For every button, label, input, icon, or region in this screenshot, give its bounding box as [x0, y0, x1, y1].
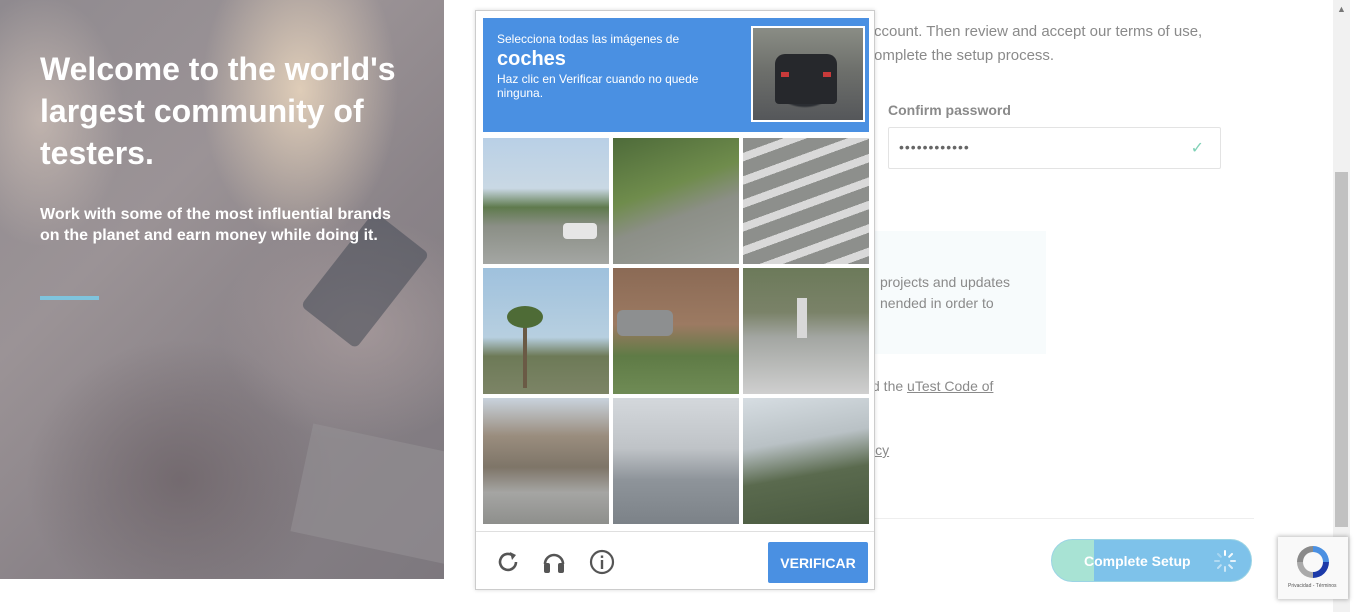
tile-pedestrian-crosswalk[interactable]: [743, 268, 869, 394]
info-icon[interactable]: [588, 548, 616, 576]
confirm-password-label: Confirm password: [888, 102, 1011, 118]
audio-challenge-icon[interactable]: [540, 548, 568, 576]
check-icon: ✓: [1190, 140, 1204, 157]
captcha-instruction-line1: Selecciona todas las imágenes de: [497, 32, 680, 46]
hero-panel: Welcome to the world's largest community…: [0, 0, 444, 579]
captcha-footer: VERIFICAR: [476, 531, 874, 590]
verify-button[interactable]: VERIFICAR: [768, 542, 868, 583]
info-text: projects and updates nended in order to: [880, 274, 1010, 311]
captcha-sample-image: [751, 26, 865, 122]
recaptcha-badge[interactable]: Privacidad - Términos: [1278, 537, 1348, 599]
form-intro-text: ccount. Then review and accept our terms…: [874, 23, 1203, 64]
tile-crosswalk[interactable]: [743, 138, 869, 264]
tile-rooftops[interactable]: [613, 398, 739, 524]
tile-car-shape: [563, 223, 597, 239]
hero-accent-bar: [40, 296, 99, 300]
captcha-instruction-line2: Haz clic en Verificar cuando no quede ni…: [497, 72, 699, 100]
complete-setup-label: Complete Setup: [1084, 553, 1191, 569]
agree-text: d the uTest Code of: [872, 378, 993, 394]
recaptcha-badge-text[interactable]: Privacidad - Términos: [1288, 583, 1337, 589]
scroll-up-arrow-icon[interactable]: ▲: [1337, 4, 1346, 14]
code-of-conduct-link[interactable]: uTest Code of: [907, 378, 993, 394]
recaptcha-logo-icon: [1297, 546, 1329, 578]
tile-parked-car-house[interactable]: [613, 268, 739, 394]
tile-palm-trunk: [523, 318, 527, 388]
complete-setup-button[interactable]: Complete Setup: [1051, 539, 1252, 582]
tile-road-buildings[interactable]: [483, 398, 609, 524]
scrollbar-thumb[interactable]: [1335, 172, 1348, 527]
hero-photo-book: [290, 423, 444, 567]
tile-pedestrian: [797, 298, 807, 338]
car-taillight-right: [823, 72, 831, 77]
tile-palm-trees-sky[interactable]: [483, 268, 609, 394]
tile-car-shape: [617, 310, 673, 336]
agree-prefix: d the: [872, 378, 908, 394]
car-taillight-left: [781, 72, 789, 77]
tile-palm-crown: [507, 306, 543, 328]
sample-car: [775, 54, 837, 104]
captcha-challenge: Selecciona todas las imágenes de coches …: [475, 10, 875, 590]
captcha-tile-grid: [483, 138, 869, 524]
hero-subtitle: Work with some of the most influential b…: [40, 206, 391, 244]
tile-grass-road[interactable]: [613, 138, 739, 264]
captcha-target-word: coches: [497, 48, 566, 70]
confirm-password-field[interactable]: •••••••••••• ✓: [888, 127, 1221, 169]
page-scrollbar[interactable]: ▲: [1333, 0, 1350, 612]
confirm-password-value: ••••••••••••: [899, 139, 970, 155]
tile-street-intersection[interactable]: [483, 138, 609, 264]
captcha-header: Selecciona todas las imágenes de coches …: [483, 18, 869, 132]
hero-title: Welcome to the world's largest community…: [40, 51, 396, 171]
form-divider: [874, 518, 1254, 519]
tile-palm-fronds[interactable]: [743, 398, 869, 524]
reload-icon[interactable]: [494, 548, 522, 576]
info-box: projects and updates nended in order to: [868, 231, 1046, 354]
loading-spinner-icon: [1214, 550, 1236, 572]
